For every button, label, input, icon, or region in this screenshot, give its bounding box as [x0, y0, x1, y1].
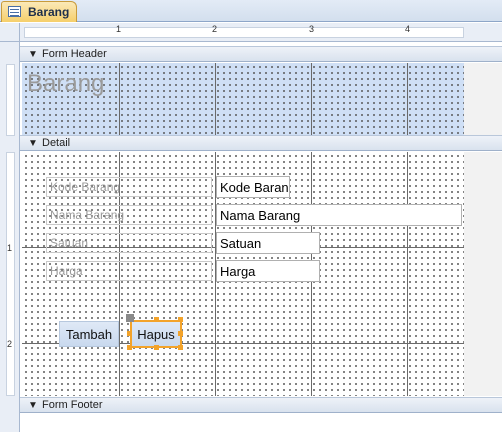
horizontal-ruler-scale	[24, 27, 464, 38]
ruler-number: 1	[116, 24, 122, 34]
ruler-corner-select-form[interactable]	[0, 23, 20, 42]
form-icon	[8, 6, 21, 17]
ruler-number: 1	[7, 243, 13, 253]
grid-line	[407, 63, 408, 135]
document-tab-barang[interactable]: Barang	[1, 1, 77, 22]
ruler-number: 4	[405, 24, 411, 34]
section-arrow-icon: ▼	[28, 400, 38, 411]
grid-line	[215, 63, 216, 135]
ruler-number: 3	[309, 24, 315, 34]
textbox-kode-barang[interactable]: Kode Baran	[216, 176, 290, 198]
resize-handle[interactable]	[154, 317, 159, 322]
resize-handle[interactable]	[154, 345, 159, 350]
textbox-satuan[interactable]: Satuan	[216, 232, 320, 254]
detail-section-bar[interactable]: ▼ Detail	[20, 135, 502, 151]
move-handle[interactable]	[126, 314, 134, 322]
resize-handle[interactable]	[178, 331, 183, 336]
section-arrow-icon: ▼	[28, 138, 38, 149]
section-label: Form Header	[42, 48, 107, 60]
ruler-number: 2	[7, 339, 13, 349]
resize-handle[interactable]	[127, 331, 132, 336]
textbox-nama-barang[interactable]: Nama Barang	[216, 204, 462, 226]
vertical-ruler[interactable]: 1 2	[0, 42, 20, 432]
vertical-ruler-scale	[6, 64, 15, 136]
label-satuan[interactable]: Satuan	[46, 233, 212, 253]
resize-handle[interactable]	[178, 345, 183, 350]
document-tab-strip: Barang	[0, 0, 502, 22]
form-title-label[interactable]: Barang	[27, 70, 104, 98]
section-label: Form Footer	[42, 399, 103, 411]
document-tab-label: Barang	[28, 5, 70, 19]
section-arrow-icon: ▼	[28, 49, 38, 60]
grid-line	[311, 63, 312, 135]
resize-handle[interactable]	[178, 317, 183, 322]
label-nama-barang[interactable]: Nama Barang	[46, 205, 212, 225]
hapus-button[interactable]: Hapus	[130, 320, 182, 348]
textbox-harga[interactable]: Harga	[216, 260, 320, 282]
tambah-button[interactable]: Tambah	[59, 321, 119, 347]
label-kode-barang[interactable]: Kode Barang	[46, 177, 212, 197]
label-harga[interactable]: Harga	[46, 261, 212, 281]
form-footer-section-bar[interactable]: ▼ Form Footer	[20, 397, 502, 413]
grid-line	[119, 63, 120, 135]
horizontal-ruler[interactable]: 1 2 3 4	[20, 23, 502, 42]
form-header-section-bar[interactable]: ▼ Form Header	[20, 46, 502, 62]
vertical-ruler-scale	[6, 152, 15, 396]
form-footer-area[interactable]	[20, 414, 502, 432]
section-label: Detail	[42, 137, 71, 149]
ruler-number: 2	[212, 24, 218, 34]
grid-line	[407, 152, 408, 396]
detail-offcanvas	[464, 152, 502, 396]
resize-handle[interactable]	[127, 345, 132, 350]
header-offcanvas	[464, 63, 502, 135]
